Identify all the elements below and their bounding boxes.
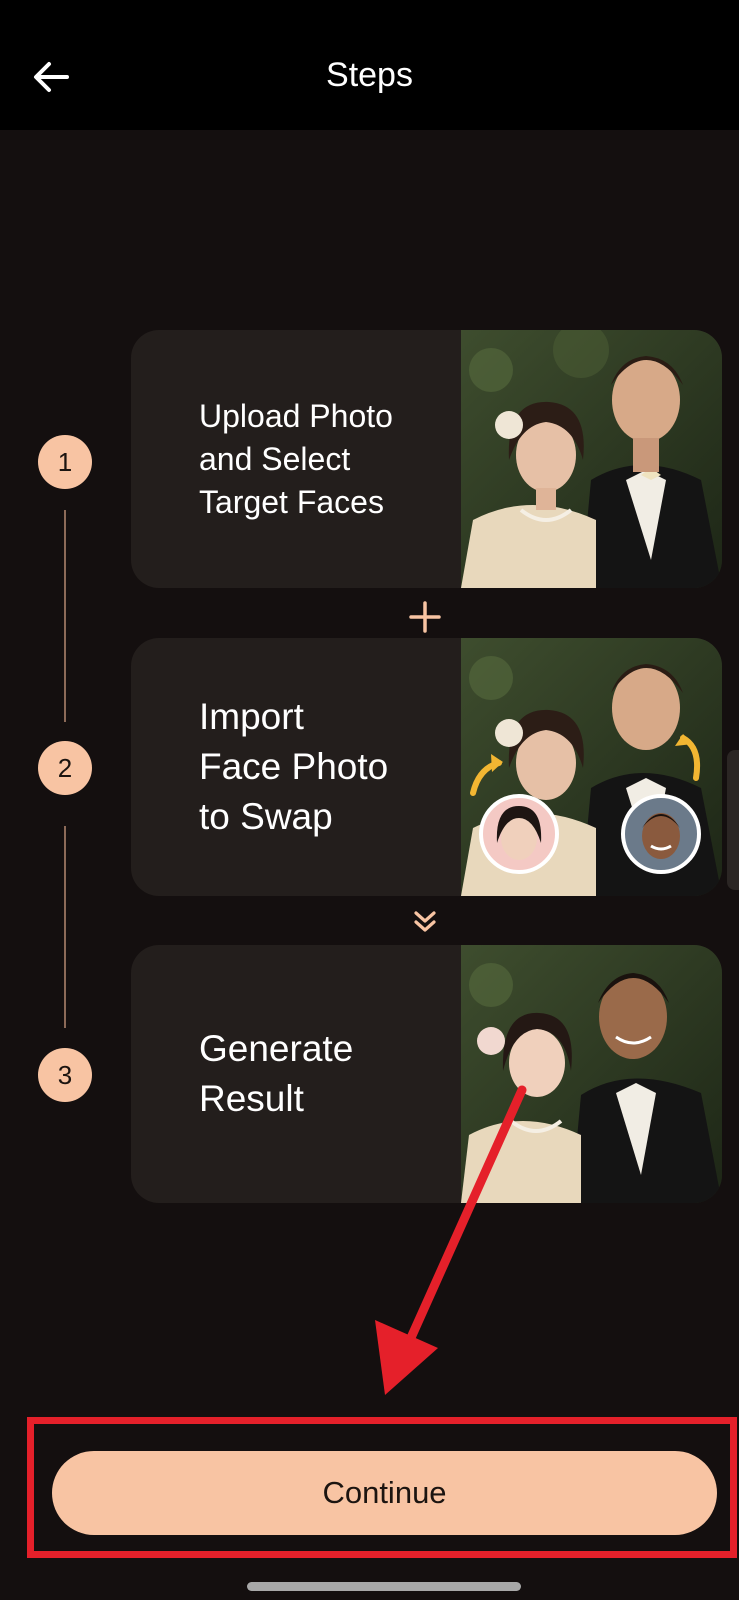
plus-icon — [405, 597, 445, 637]
vintage-couple-photo — [461, 330, 722, 588]
timeline-line — [64, 510, 66, 722]
step-label: Upload Photo and Select Target Faces — [199, 397, 393, 520]
step-card-generate: Generate Result — [131, 945, 722, 1203]
home-indicator — [247, 1582, 521, 1591]
timeline-line — [64, 826, 66, 1028]
app-header: Steps — [0, 0, 739, 130]
side-panel-handle[interactable] — [727, 750, 739, 890]
step-number-2: 2 — [38, 741, 92, 795]
face-swapped-couple-result — [461, 945, 722, 1203]
double-chevron-down-icon — [405, 902, 445, 942]
step-label: Import Face Photo to Swap — [199, 696, 389, 837]
page-title: Steps — [326, 56, 413, 94]
step-card-import: Import Face Photo to Swap — [131, 638, 722, 896]
continue-button[interactable]: Continue — [52, 1451, 717, 1535]
vintage-couple-with-face-swap-avatars — [461, 638, 722, 896]
step-number-3: 3 — [38, 1048, 92, 1102]
step-number-1: 1 — [38, 435, 92, 489]
step-label: Generate Result — [199, 1028, 354, 1119]
step-card-upload: Upload Photo and Select Target Faces — [131, 330, 722, 588]
